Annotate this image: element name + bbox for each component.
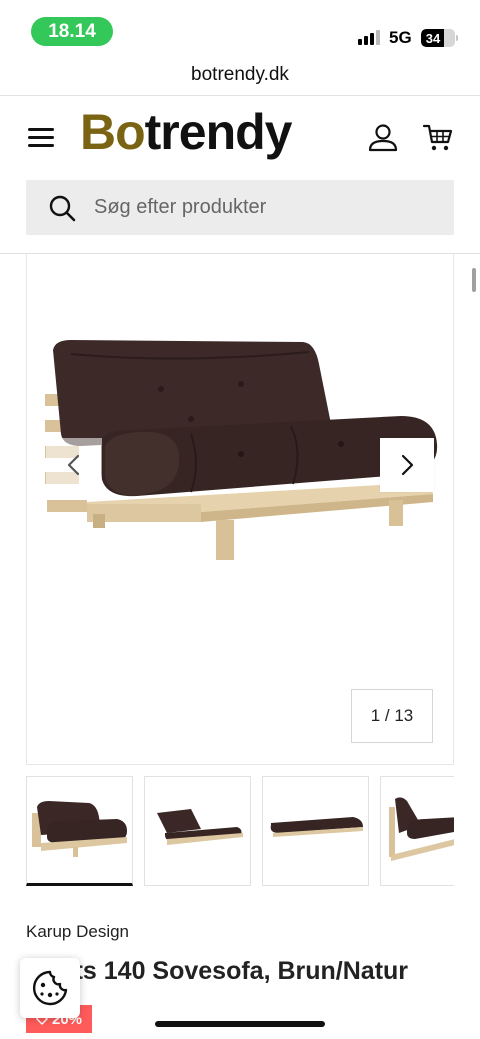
account-button[interactable] (366, 121, 400, 155)
next-image-button[interactable] (380, 438, 434, 492)
url-text: botrendy.dk (191, 64, 289, 85)
menu-icon (28, 128, 54, 131)
logo-accent: Bo (80, 104, 146, 160)
thumbnail-image (157, 809, 243, 845)
thumbnail-strip (26, 776, 454, 886)
cart-button[interactable] (421, 121, 455, 155)
status-time: 18.14 (31, 17, 113, 46)
search-input[interactable] (94, 180, 434, 235)
product-brand[interactable]: Karup Design (26, 922, 129, 942)
thumbnail-4[interactable] (380, 776, 454, 886)
signal-icon (358, 30, 380, 45)
chevron-left-icon (67, 454, 80, 476)
battery-level: 34 (425, 30, 441, 46)
product-gallery: 1 / 13 (26, 254, 454, 765)
previous-image-button[interactable] (46, 438, 102, 492)
menu-icon-bar (28, 144, 54, 147)
cookie-icon (33, 970, 68, 1006)
image-counter: 1 / 13 (351, 689, 433, 743)
menu-icon-bar (28, 136, 54, 139)
thumbnail-image (270, 817, 363, 837)
cookie-settings-button[interactable] (20, 958, 80, 1018)
home-indicator[interactable] (155, 1021, 325, 1027)
site-header: Botrendy (0, 96, 480, 254)
page-scrollbar[interactable] (472, 268, 476, 292)
thumbnail-2[interactable] (144, 776, 251, 886)
thumbnail-image (32, 801, 127, 857)
site-logo[interactable]: Botrendy (80, 103, 293, 161)
thumbnail-image (389, 797, 454, 861)
status-bar: 18.14 5G 34 (0, 0, 480, 58)
thumbnail-1[interactable] (26, 776, 133, 886)
search-icon[interactable] (48, 194, 76, 222)
chevron-right-icon (401, 454, 414, 476)
thumbnail-3[interactable] (262, 776, 369, 886)
cart-icon (422, 124, 453, 151)
logo-rest: trendy (144, 104, 293, 160)
address-bar[interactable]: botrendy.dk (0, 58, 480, 96)
network-label: 5G (389, 28, 412, 47)
search-bar[interactable] (26, 180, 454, 235)
battery-icon: 34 (421, 29, 455, 47)
user-icon (368, 124, 398, 152)
product-title: Roots 140 Sovesofa, Brun/Natur (26, 957, 409, 985)
battery-cap (456, 35, 458, 41)
menu-button[interactable] (26, 124, 56, 150)
